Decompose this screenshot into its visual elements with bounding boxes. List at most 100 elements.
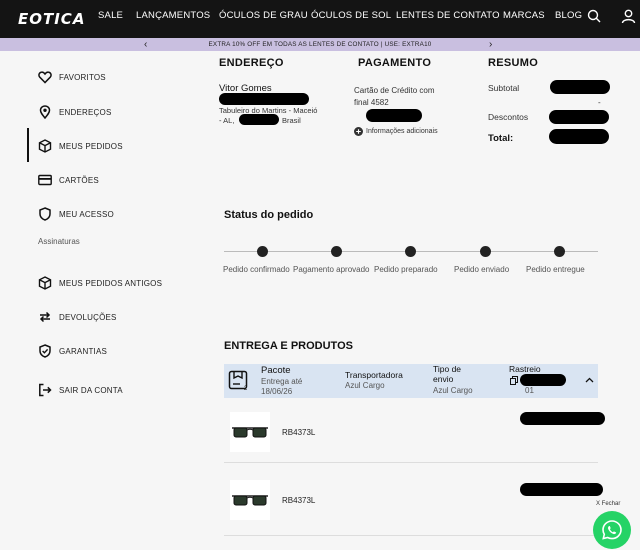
chevron-up-icon[interactable] — [585, 377, 594, 383]
shield-check-icon — [39, 344, 51, 358]
nav-oculos-de-grau[interactable]: ÓCULOS DE GRAU — [219, 10, 308, 21]
location-pin-icon — [39, 105, 51, 119]
promo-banner: ‹ EXTRA 10% OFF EM TODAS AS LENTES DE CO… — [0, 38, 640, 51]
sidebar-active-indicator — [27, 128, 29, 162]
sidebar-item-label: FAVORITOS — [59, 72, 106, 82]
redacted-payment-info — [366, 109, 422, 122]
redacted-address-street — [219, 93, 309, 105]
redacted-address-zip — [239, 114, 279, 125]
box-icon — [38, 276, 52, 290]
payment-more-info-link[interactable]: Informações adicionais — [354, 127, 438, 136]
user-icon[interactable] — [621, 9, 636, 24]
status-step-label: Pedido entregue — [526, 265, 585, 274]
address-line-2-end: Brasil — [282, 116, 301, 125]
nav-blog[interactable]: BLOG — [555, 10, 582, 21]
whatsapp-icon — [602, 520, 622, 540]
product-image[interactable] — [230, 412, 270, 452]
payment-more-info-label: Informações adicionais — [366, 128, 438, 135]
package-count-badge: 2 — [244, 386, 248, 392]
shipping-type-label-2: envio — [433, 374, 454, 384]
shipping-type-value: Azul Cargo — [433, 386, 473, 395]
carrier-value: Azul Cargo — [345, 381, 385, 390]
status-step-dot — [331, 246, 342, 257]
top-navigation-bar: EOTICA SALE LANÇAMENTOS ÓCULOS DE GRAU Ó… — [0, 0, 640, 38]
promo-next-arrow-icon[interactable]: › — [489, 38, 492, 51]
nav-sale[interactable]: SALE — [98, 10, 123, 21]
chat-close-button[interactable]: X Fechar — [596, 501, 620, 507]
logout-icon — [39, 383, 52, 397]
status-step-label: Pedido enviado — [454, 265, 510, 274]
product-divider — [224, 462, 598, 463]
status-step-label: Pagamento aprovado — [293, 265, 370, 274]
nav-marcas[interactable]: MARCAS — [503, 10, 545, 21]
sidebar-item-meu-acesso[interactable]: MEU ACESSO — [38, 205, 114, 223]
payment-line-2: final 4582 — [354, 98, 389, 107]
summary-discount-label: Descontos — [488, 112, 529, 122]
promo-text: EXTRA 10% OFF EM TODAS AS LENTES DE CONT… — [208, 41, 432, 48]
delivery-products-title: ENTREGA E PRODUTOS — [224, 340, 353, 352]
sidebar-item-cartoes[interactable]: CARTÕES — [38, 171, 99, 189]
search-icon[interactable] — [587, 9, 601, 23]
nav-lentes-de-contato[interactable]: LENTES DE CONTATO — [396, 10, 500, 21]
redacted-tracking-code — [520, 374, 566, 386]
sidebar-item-garantias[interactable]: GARANTIAS — [38, 342, 107, 360]
summary-title: RESUMO — [488, 57, 539, 69]
eotica-logo[interactable]: EOTICA — [18, 10, 85, 28]
sidebar-item-devolucoes[interactable]: DEVOLUÇÕES — [38, 308, 117, 326]
redacted-discount-value — [549, 110, 609, 124]
order-status-title: Status do pedido — [224, 209, 314, 221]
address-title: ENDEREÇO — [219, 57, 284, 69]
tracking-code-suffix: 01 — [525, 386, 534, 395]
box-icon — [38, 139, 52, 153]
exchange-arrows-icon — [39, 311, 51, 323]
sidebar-item-meus-pedidos[interactable]: MEUS PEDIDOS — [38, 137, 123, 155]
copy-icon[interactable] — [510, 376, 518, 385]
shipping-type-label: Tipo de — [433, 364, 462, 374]
sidebar-item-label: DEVOLUÇÕES — [59, 312, 117, 322]
sunglasses-icon — [232, 427, 268, 438]
status-step-dot — [554, 246, 565, 257]
redacted-product-price — [520, 412, 605, 425]
product-image[interactable] — [230, 480, 270, 520]
sidebar-item-label: ENDEREÇOS — [59, 107, 112, 117]
package-header[interactable]: 2 Pacote Entrega até 18/06/26 Transporta… — [224, 364, 598, 398]
sunglasses-icon — [232, 495, 268, 506]
redacted-product-price — [520, 483, 603, 496]
status-step-dot — [405, 246, 416, 257]
payment-line-1: Cartão de Crédito com — [354, 86, 435, 95]
nav-oculos-de-sol[interactable]: ÓCULOS DE SOL — [311, 10, 391, 21]
sidebar-item-label: GARANTIAS — [59, 346, 108, 356]
redacted-total-value — [549, 129, 609, 144]
sidebar-item-label: SAIR DA CONTA — [59, 385, 123, 395]
product-name: RB4373L — [282, 428, 316, 437]
summary-subtotal-label: Subtotal — [488, 83, 520, 93]
sidebar-item-label: MEU ACESSO — [59, 209, 114, 219]
sidebar-subheading-assinaturas[interactable]: Assinaturas — [38, 237, 80, 246]
status-step-label: Pedido preparado — [374, 265, 438, 274]
package-label: Pacote — [261, 365, 291, 376]
product-name: RB4373L — [282, 496, 316, 505]
status-step-dot — [257, 246, 268, 257]
sidebar-item-sair-da-conta[interactable]: SAIR DA CONTA — [38, 381, 123, 399]
package-delivery-date: 18/06/26 — [261, 387, 293, 396]
status-step-dot — [480, 246, 491, 257]
package-delivery-label: Entrega até — [261, 377, 303, 386]
shield-icon — [39, 207, 51, 221]
credit-card-icon — [38, 174, 52, 186]
sidebar-item-meus-pedidos-antigos[interactable]: MEUS PEDIDOS ANTIGOS — [38, 274, 162, 292]
whatsapp-chat-button[interactable] — [593, 511, 631, 549]
heart-icon — [38, 71, 52, 84]
summary-discount-dash: - — [598, 98, 601, 107]
status-step-label: Pedido confirmado — [223, 265, 290, 274]
address-line-2-start: - AL, — [219, 116, 235, 125]
payment-title: PAGAMENTO — [358, 57, 432, 69]
sidebar-item-enderecos[interactable]: ENDEREÇOS — [38, 103, 111, 121]
sidebar-item-label: CARTÕES — [59, 175, 99, 185]
product-divider — [224, 535, 594, 536]
nav-lancamentos[interactable]: LANÇAMENTOS — [136, 10, 210, 21]
sidebar-item-label: MEUS PEDIDOS ANTIGOS — [59, 278, 163, 288]
sidebar-item-label: MEUS PEDIDOS — [59, 141, 123, 151]
plus-circle-icon — [354, 127, 363, 136]
tracking-label: Rastreio — [509, 364, 541, 374]
sidebar-item-favoritos[interactable]: FAVORITOS — [38, 68, 106, 86]
